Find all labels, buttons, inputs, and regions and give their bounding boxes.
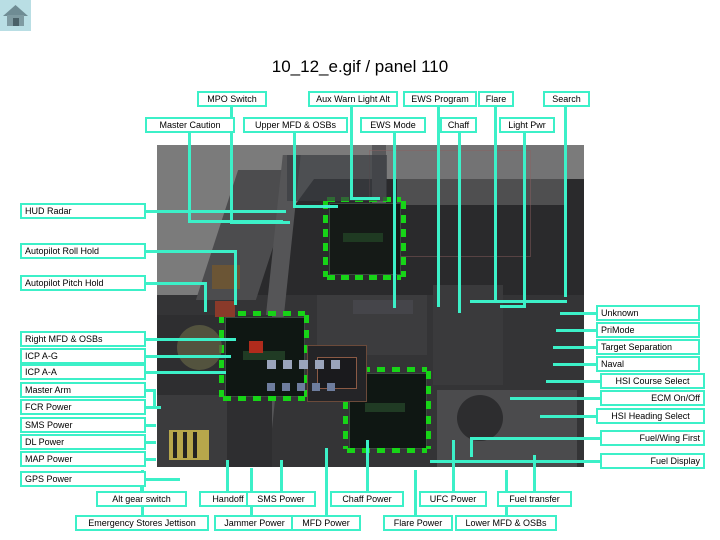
callout-flare-power[interactable]: Flare Power: [383, 515, 453, 531]
callout-ecm-on-off[interactable]: ECM On/Off: [600, 390, 705, 406]
callout-fuel-display[interactable]: Fuel Display: [600, 453, 705, 469]
callout-pri-mode[interactable]: PriMode: [596, 322, 700, 338]
callout-emergency-stores-jettison[interactable]: Emergency Stores Jettison: [75, 515, 209, 531]
callout-sms-power-left[interactable]: SMS Power: [20, 417, 146, 433]
callout-master-caution[interactable]: Master Caution: [145, 117, 235, 133]
callout-lower-mfd-osbs[interactable]: Lower MFD & OSBs: [455, 515, 557, 531]
callout-hud-radar[interactable]: HUD Radar: [20, 203, 146, 219]
screenshot-root: 10_12_e.gif / panel 110 MPO Switch Aux W…: [0, 0, 720, 540]
callout-flare[interactable]: Flare: [478, 91, 514, 107]
callout-hsi-course-select[interactable]: HSI Course Select: [600, 373, 705, 389]
callout-alt-gear-switch[interactable]: Alt gear switch: [96, 491, 187, 507]
callout-autopilot-roll-hold[interactable]: Autopilot Roll Hold: [20, 243, 146, 259]
callout-naval[interactable]: Naval: [596, 356, 700, 372]
callout-mpo-switch[interactable]: MPO Switch: [197, 91, 267, 107]
home-icon[interactable]: [0, 0, 31, 31]
callout-aux-warn-light-alt[interactable]: Aux Warn Light Alt: [308, 91, 398, 107]
callout-search[interactable]: Search: [543, 91, 590, 107]
callout-dl-power[interactable]: DL Power: [20, 434, 146, 450]
callout-chaff-power[interactable]: Chaff Power: [330, 491, 404, 507]
page-title: 10_12_e.gif / panel 110: [271, 57, 449, 76]
callout-unknown[interactable]: Unknown: [596, 305, 700, 321]
callout-ews-mode[interactable]: EWS Mode: [360, 117, 426, 133]
callout-autopilot-pitch-hold[interactable]: Autopilot Pitch Hold: [20, 275, 146, 291]
callout-fcr-power[interactable]: FCR Power: [20, 399, 146, 415]
callout-light-pwr[interactable]: Light Pwr: [499, 117, 555, 133]
callout-icp-a-g[interactable]: ICP A-G: [20, 348, 146, 364]
callout-gps-power[interactable]: GPS Power: [20, 471, 146, 487]
callout-fuel-transfer[interactable]: Fuel transfer: [497, 491, 572, 507]
callout-upper-mfd-osbs[interactable]: Upper MFD & OSBs: [243, 117, 348, 133]
callout-master-arm[interactable]: Master Arm: [20, 382, 146, 398]
callout-target-separation[interactable]: Target Separation: [596, 339, 700, 355]
callout-right-mfd-osbs[interactable]: Right MFD & OSBs: [20, 331, 146, 347]
callout-hsi-heading-select[interactable]: HSI Heading Select: [596, 408, 705, 424]
callout-map-power[interactable]: MAP Power: [20, 451, 146, 467]
callout-mfd-power[interactable]: MFD Power: [291, 515, 361, 531]
callout-jammer-power[interactable]: Jammer Power: [214, 515, 295, 531]
callout-chaff[interactable]: Chaff: [440, 117, 477, 133]
callout-ews-program[interactable]: EWS Program: [403, 91, 477, 107]
callout-fuel-wing-first[interactable]: Fuel/Wing First: [600, 430, 705, 446]
callout-ufc-power[interactable]: UFC Power: [419, 491, 487, 507]
callout-sms-power-bottom[interactable]: SMS Power: [246, 491, 316, 507]
callout-icp-a-a[interactable]: ICP A-A: [20, 364, 146, 380]
